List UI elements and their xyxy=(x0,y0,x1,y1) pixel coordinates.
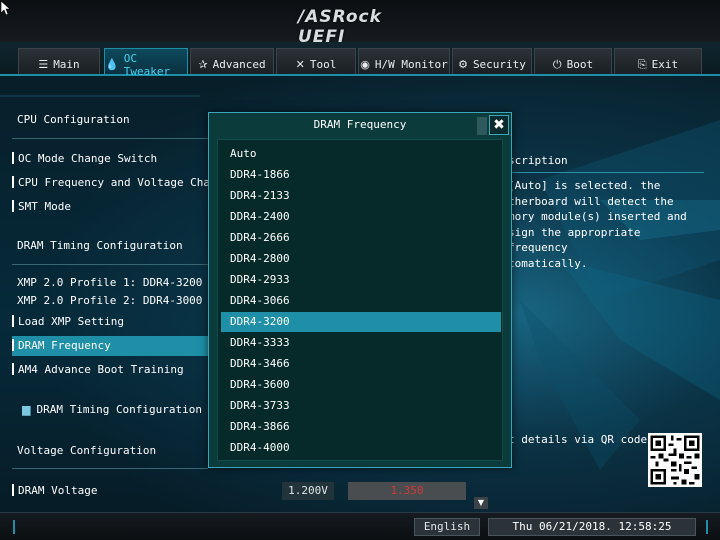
tab-label: Main xyxy=(53,58,80,71)
footer-bar: English Thu 06/21/2018. 12:58:25 xyxy=(0,512,720,540)
option-ddr4-3200[interactable]: DDR4-3200 xyxy=(221,312,501,332)
qr-code-caption: t details via QR code xyxy=(508,433,648,446)
tab-oc-tweaker[interactable]: 💧 OC Tweaker xyxy=(104,48,188,78)
cpu-config-title: CPU Configuration xyxy=(17,113,130,126)
option-ddr4-4000[interactable]: DDR4-4000 xyxy=(221,438,501,458)
xmp-profile-1: XMP 2.0 Profile 1: DDR4-3200 16-18 xyxy=(17,276,217,289)
setting-label: DRAM Voltage xyxy=(18,484,98,497)
option-ddr4-3333[interactable]: DDR4-3333 xyxy=(221,333,501,353)
tab-boot[interactable]: ⏻ Boot xyxy=(534,48,612,74)
setting-label: DRAM Frequency xyxy=(18,339,111,352)
setting-cpu-frequency[interactable]: CPU Frequency and Voltage Change xyxy=(12,173,212,193)
tab-tool[interactable]: ✕ Tool xyxy=(276,48,356,74)
tab-label: H/W Monitor xyxy=(374,58,448,71)
datetime-display: Thu 06/21/2018. 12:58:25 xyxy=(488,518,696,536)
tab-label: Security xyxy=(472,58,526,71)
setting-dram-frequency[interactable]: DRAM Frequency xyxy=(12,336,210,356)
voltage-config-title: Voltage Configuration xyxy=(17,444,157,457)
setting-label: CPU Frequency and Voltage Change xyxy=(18,176,212,189)
dram-voltage-input[interactable]: 1.350 xyxy=(348,482,466,500)
option-ddr4-3866[interactable]: DDR4-3866 xyxy=(221,417,501,437)
setting-dram-voltage[interactable]: DRAM Voltage xyxy=(12,481,212,501)
tab-label: Exit xyxy=(651,58,679,71)
setting-label: OC Mode Change Switch xyxy=(18,152,158,165)
tab-security[interactable]: ⚙ Security xyxy=(452,48,532,74)
setting-label: AM4 Advance Boot Training xyxy=(18,363,184,376)
option-auto[interactable]: Auto xyxy=(221,144,501,164)
close-icon[interactable]: ✖ xyxy=(489,115,509,135)
submenu-dram-timing[interactable]: ▆ DRAM Timing Configuration xyxy=(22,400,222,420)
tab-main[interactable]: ☰ Main xyxy=(18,48,100,74)
tab-advanced[interactable]: ✰ Advanced xyxy=(190,48,274,74)
scrollbar-handle[interactable] xyxy=(477,117,487,135)
dialog-title: DRAM Frequency xyxy=(313,118,407,131)
divider xyxy=(504,172,704,173)
description-text: [Auto] is selected. the therboard will d… xyxy=(508,179,687,270)
shield-icon: ⚙ xyxy=(458,58,468,71)
option-ddr4-3733[interactable]: DDR4-3733 xyxy=(221,396,501,416)
option-ddr4-3066[interactable]: DDR4-3066 xyxy=(221,291,501,311)
option-ddr4-2400[interactable]: DDR4-2400 xyxy=(221,207,501,227)
footer-marker xyxy=(13,520,15,534)
asrock-uefi-logo: /ASRock UEFI xyxy=(298,7,382,47)
frequency-option-list: Auto DDR4-1866 DDR4-2133 DDR4-2400 DDR4-… xyxy=(217,139,503,461)
option-ddr4-2933[interactable]: DDR4-2933 xyxy=(221,270,501,290)
option-ddr4-2133[interactable]: DDR4-2133 xyxy=(221,186,501,206)
setting-oc-mode[interactable]: OC Mode Change Switch xyxy=(12,149,212,169)
tools-icon: ✕ xyxy=(295,58,305,71)
row-marker xyxy=(12,200,14,212)
option-ddr4-3600[interactable]: DDR4-3600 xyxy=(221,375,501,395)
divider xyxy=(12,468,208,469)
description-title: scription xyxy=(508,154,568,167)
scroll-down-icon[interactable]: ▼ xyxy=(474,497,488,509)
row-marker xyxy=(12,152,14,164)
tab-label: Tool xyxy=(309,58,337,71)
option-ddr4-1866[interactable]: DDR4-1866 xyxy=(221,165,501,185)
tab-hw-monitor[interactable]: ◉ H/W Monitor xyxy=(358,48,450,74)
header-bar: /ASRock UEFI xyxy=(0,0,720,47)
folder-icon: ▆ xyxy=(22,403,31,416)
row-marker xyxy=(12,176,14,188)
setting-label: DRAM Timing Configuration xyxy=(36,403,203,416)
qr-code-icon xyxy=(648,433,702,487)
row-marker xyxy=(12,363,14,375)
list-icon: ☰ xyxy=(38,58,49,71)
setting-load-xmp[interactable]: Load XMP Setting xyxy=(12,312,212,332)
mouse-cursor-icon xyxy=(1,1,11,15)
language-button[interactable]: English xyxy=(414,518,480,536)
star-icon: ✰ xyxy=(198,58,208,71)
flame-icon: 💧 xyxy=(105,58,119,71)
footer-marker xyxy=(706,520,708,534)
setting-am4-boot-training[interactable]: AM4 Advance Boot Training xyxy=(12,360,212,380)
tab-bar: ☰ Main 💧 OC Tweaker ✰ Advanced ✕ Tool ◉ … xyxy=(0,42,720,78)
monitor-icon: ◉ xyxy=(360,58,370,71)
tab-label: OC Tweaker xyxy=(123,51,171,78)
dram-frequency-dialog: DRAM Frequency ✖ Auto DDR4-1866 DDR4-213… xyxy=(208,112,512,468)
option-ddr4-3466[interactable]: DDR4-3466 xyxy=(221,354,501,374)
setting-label: Load XMP Setting xyxy=(18,315,124,328)
setting-label: SMT Mode xyxy=(18,200,71,213)
tab-label: Advanced xyxy=(212,58,266,71)
divider xyxy=(12,264,208,265)
setting-smt-mode[interactable]: SMT Mode xyxy=(12,197,212,217)
option-ddr4-2666[interactable]: DDR4-2666 xyxy=(221,228,501,248)
dram-timing-title: DRAM Timing Configuration xyxy=(17,239,183,252)
row-marker xyxy=(12,315,14,327)
power-icon: ⏻ xyxy=(552,57,562,71)
xmp-profile-2: XMP 2.0 Profile 2: DDR4-3000 15-17 xyxy=(17,294,217,307)
row-marker xyxy=(12,339,14,351)
dram-voltage-current: 1.200V xyxy=(282,482,334,500)
option-ddr4-2800[interactable]: DDR4-2800 xyxy=(221,249,501,269)
exit-icon: ⎘ xyxy=(637,57,647,71)
row-marker xyxy=(12,484,14,496)
tab-label: Boot xyxy=(566,58,594,71)
tab-exit[interactable]: ⎘ Exit xyxy=(614,48,702,74)
divider xyxy=(12,138,208,139)
